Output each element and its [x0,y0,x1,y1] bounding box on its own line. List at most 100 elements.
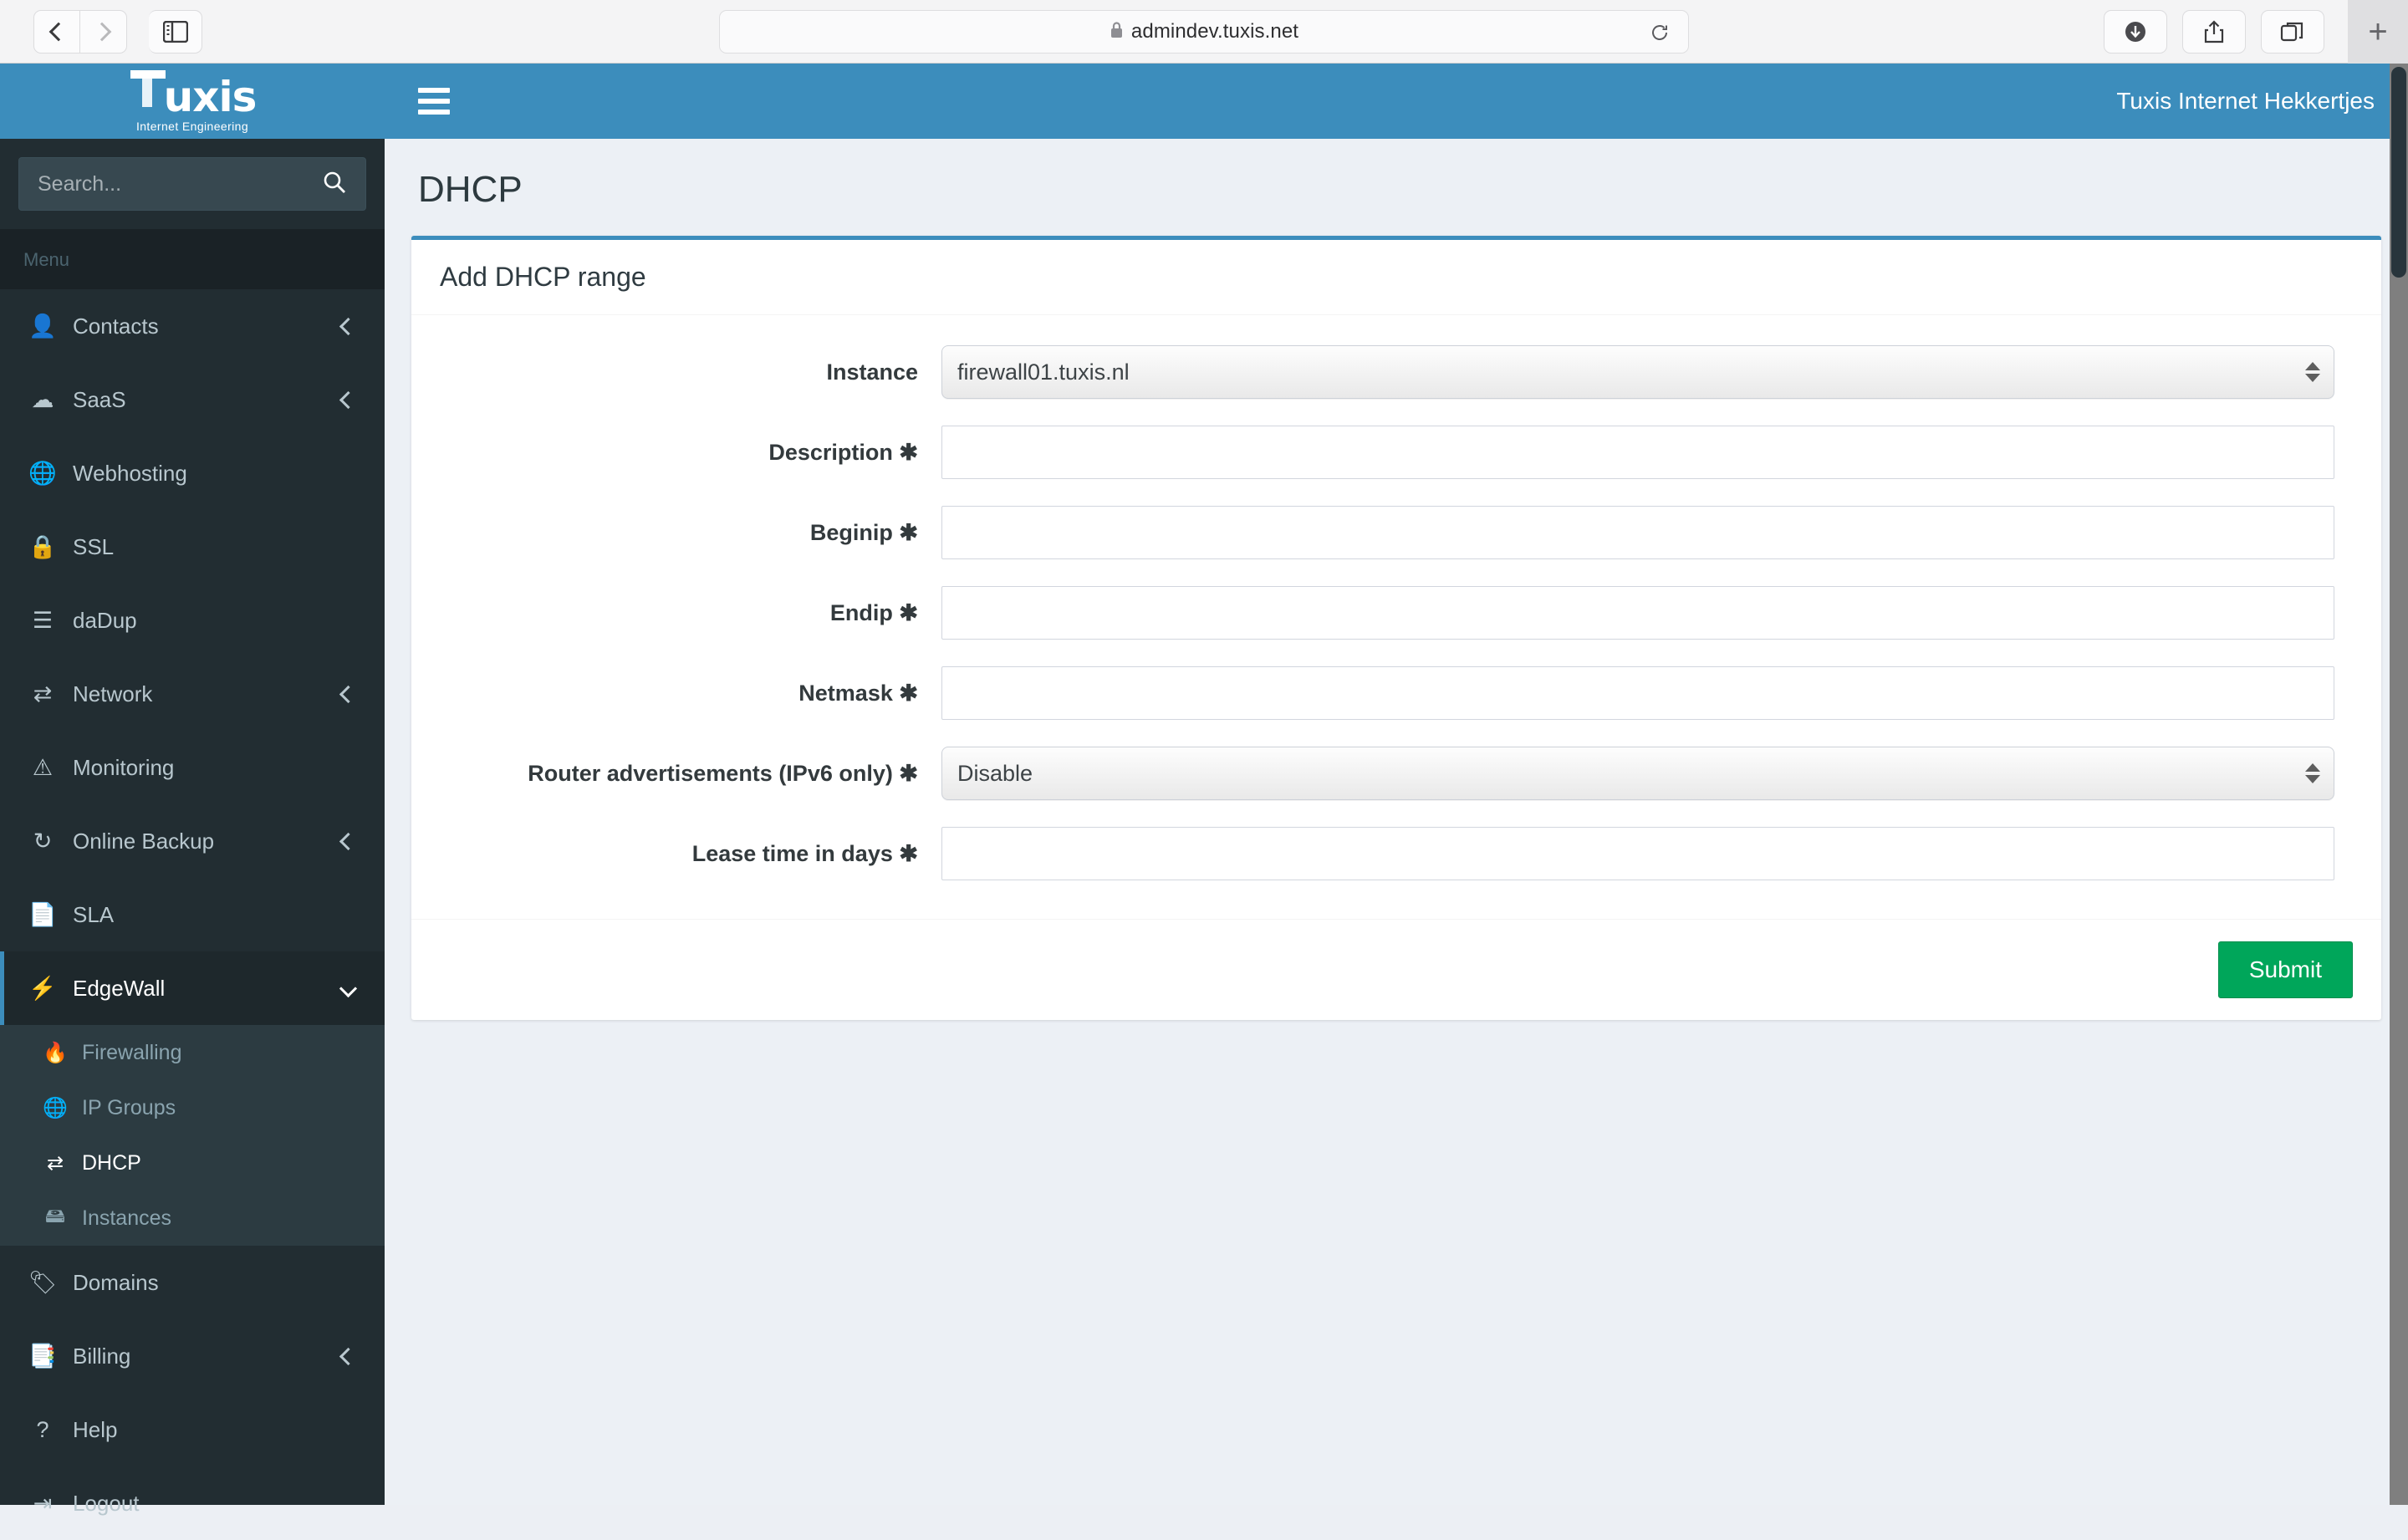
sidebar-item-sla[interactable]: 📄 SLA [0,878,385,951]
control-wrap-netmask [941,666,2334,720]
invoice-icon: 📑 [28,1344,57,1369]
forward-button[interactable] [80,9,127,54]
search-icon[interactable] [322,170,347,199]
label-text: Description [768,439,893,465]
input-beginip[interactable] [941,506,2334,559]
select-instance[interactable]: firewall01.tuxis.nl [941,345,2334,399]
sidebar-subitem-dhcp[interactable]: ⇄ DHCP [0,1135,385,1191]
brand-name-text: uxis [163,73,258,121]
downloads-button[interactable] [2104,10,2167,54]
chevron-left-icon [339,390,358,409]
lock-icon [1110,21,1124,43]
control-wrap-instance: firewall01.tuxis.nl [941,345,2334,399]
bolt-icon: ⚡ [28,976,57,1001]
sidebar-item-label: Logout [73,1490,140,1516]
brand-tagline: Internet Engineering [135,120,249,133]
chevron-left-icon [339,832,358,850]
app-page: uxis Internet Engineering Search... Menu… [0,64,2408,1516]
form-card: Add DHCP range Instance firewall01.tuxis.… [411,236,2381,1020]
card-footer: Submit [411,919,2381,1020]
sidebar-subitem-ip-groups[interactable]: 🌐 IP Groups [0,1080,385,1135]
user-name-label[interactable]: Tuxis Internet Hekkertjes [2116,88,2375,115]
tuxis-t-icon [130,70,166,107]
chevron-left-icon [339,685,358,703]
sidebar-subitem-label: Firewalling [82,1040,182,1064]
sidebar-search-wrap: Search... [0,139,385,229]
question-icon: ? [36,1416,49,1442]
warning-icon: ⚠ [32,754,54,780]
fire-icon: 🔥 [43,1041,68,1064]
nav-button-group [33,9,127,54]
tabs-icon [2280,22,2303,42]
chevron-left-icon [339,317,358,335]
form-row-description: Description ✱ [440,426,2353,479]
page-scrollbar[interactable] [2390,64,2408,1505]
sidebar-subitem-firewalling[interactable]: 🔥 Firewalling [0,1025,385,1080]
sidebar-item-label: Network [73,681,153,706]
input-netmask[interactable] [941,666,2334,720]
sidebar-item-online-backup[interactable]: ↻ Online Backup [0,804,385,878]
address-bar[interactable]: admindev.tuxis.net [719,10,1689,54]
label-text: Netmask [798,680,893,706]
label-beginip: Beginip ✱ [440,520,941,546]
sidebar-item-label: Contacts [73,313,159,339]
control-wrap-description [941,426,2334,479]
reload-button[interactable] [1650,23,1670,47]
sidebar-item-saas[interactable]: ☁ SaaS [0,363,385,436]
sidebar-item-webhosting[interactable]: 🌐 Webhosting [0,436,385,510]
label-endip: Endip ✱ [440,600,941,626]
sidebar-toggle-button[interactable] [149,9,202,54]
page-title: DHCP [418,169,523,210]
required-asterisk-icon: ✱ [899,439,918,465]
sidebar-nav: 👤 Contacts ☁ SaaS 🌐 Webhosting 🔒 SSL ☰ daDup ⇄ Netw… [0,289,385,1540]
sidebar-item-label: Billing [73,1343,131,1369]
sidebar-item-domains[interactable]: 🏷 Domains [0,1246,385,1319]
sidebar-item-label: SLA [73,901,115,927]
select-arrows-icon [2305,362,2320,382]
share-button[interactable] [2182,10,2246,54]
main-content: Tuxis Internet Hekkertjes DHCP Add DHCP … [385,64,2408,1505]
sidebar-item-ssl[interactable]: 🔒 SSL [0,510,385,584]
tab-overview-button[interactable] [2261,10,2324,54]
input-lease-time[interactable] [941,827,2334,880]
chevron-right-icon [92,22,111,41]
search-placeholder: Search... [38,171,122,196]
form-row-instance: Instance firewall01.tuxis.nl [440,345,2353,399]
back-button[interactable] [33,9,80,54]
search-input[interactable]: Search... [18,157,366,211]
scrollbar-thumb[interactable] [2391,67,2406,278]
sidebar-item-label: Monitoring [73,754,175,780]
required-asterisk-icon: ✱ [899,760,918,786]
hamburger-menu-icon[interactable] [418,88,450,115]
sidebar-item-label: SaaS [73,386,126,412]
sidebar-subitem-instances[interactable]: 🖴 Instances [0,1191,385,1246]
input-endip[interactable] [941,586,2334,640]
sidebar-item-monitoring[interactable]: ⚠ Monitoring [0,731,385,804]
sidebar-item-dadup[interactable]: ☰ daDup [0,584,385,657]
select-router-advertisements[interactable]: Disable [941,747,2334,800]
sidebar-subitem-label: IP Groups [82,1095,176,1119]
globe-icon: 🌐 [43,1096,68,1119]
sidebar-item-label: daDup [73,607,137,633]
user-icon: 👤 [28,314,57,339]
sidebar-item-logout[interactable]: ⇥ Logout [0,1466,385,1540]
label-text: Router advertisements (IPv6 only) [528,760,893,786]
control-wrap-lease-time [941,827,2334,880]
sidebar-item-help[interactable]: ? Help [0,1393,385,1466]
lock-icon: 🔒 [28,534,57,559]
input-description[interactable] [941,426,2334,479]
sidebar-icon [162,20,188,43]
sidebar-item-label: Online Backup [73,828,215,854]
control-wrap-endip [941,586,2334,640]
control-wrap-beginip [941,506,2334,559]
brand-logo[interactable]: uxis Internet Engineering [0,64,385,139]
sidebar-item-billing[interactable]: 📑 Billing [0,1319,385,1393]
sidebar-item-edgewall[interactable]: ⚡ EdgeWall [0,951,385,1025]
card-title: Add DHCP range [440,262,646,292]
new-tab-button[interactable]: + [2348,0,2408,64]
file-icon: 📄 [28,902,57,927]
sidebar-item-contacts[interactable]: 👤 Contacts [0,289,385,363]
exchange-icon: ⇄ [33,681,53,706]
submit-button[interactable]: Submit [2217,941,2353,998]
sidebar-item-network[interactable]: ⇄ Network [0,657,385,731]
